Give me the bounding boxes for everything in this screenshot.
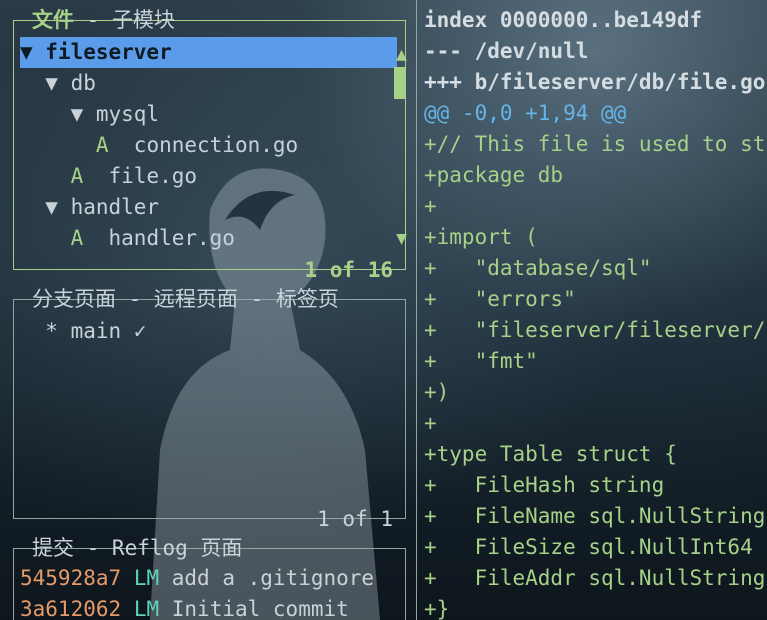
diff-line: + FileName sql.NullString xyxy=(424,504,766,528)
diff-line: --- /dev/null xyxy=(424,39,589,63)
scroll-down-icon[interactable]: ▼ xyxy=(396,229,407,249)
diff-line: +++ b/fileserver/db/file.go xyxy=(424,70,766,94)
commit-hash: 3a612062 xyxy=(20,597,122,620)
commits-pane[interactable]: 提交 - Reflog 页面 545928a7 LM add a .gitign… xyxy=(13,536,406,620)
diff-line: + FileSize sql.NullInt64 xyxy=(424,535,753,559)
diff-line: +) xyxy=(424,380,450,404)
diff-line: + "fmt" xyxy=(424,349,538,373)
commit-author: LM xyxy=(133,566,160,590)
file-tree-item[interactable]: ▼ fileserver xyxy=(20,37,397,68)
diff-line: + xyxy=(424,411,437,435)
git-status-added: A xyxy=(70,226,84,250)
diff-line: + xyxy=(424,194,437,218)
git-status-added: A xyxy=(70,164,84,188)
commit-author: LM xyxy=(133,597,160,620)
file-tree-item[interactable]: A connection.go xyxy=(20,130,298,161)
files-pane[interactable]: 文件 - 子模块 ▼ fileserver ▼ db ▼ mysql A con… xyxy=(13,8,407,282)
file-tree-item[interactable]: A handler.go xyxy=(20,223,235,254)
commit-message: add a .gitignore xyxy=(171,566,375,590)
commit-hash: 545928a7 xyxy=(20,566,122,590)
diff-line: + "errors" xyxy=(424,287,576,311)
branch-item[interactable]: * main ✓ xyxy=(20,316,146,347)
branches-pane[interactable]: 分支页面 - 远程页面 - 标签页 * main ✓ 1 of 1 xyxy=(13,287,406,531)
file-tree-item[interactable]: A file.go xyxy=(20,161,197,192)
files-pane-title: 文件 - 子模块 xyxy=(32,8,175,32)
diff-line: @@ -0,0 +1,94 @@ xyxy=(424,101,627,125)
commit-row[interactable]: 3a612062 LM Initial commit xyxy=(20,594,349,620)
tab-files[interactable]: 文件 xyxy=(32,8,74,32)
diff-line: + FileHash string xyxy=(424,473,665,497)
file-tree-item[interactable]: ▼ mysql xyxy=(20,99,160,130)
diff-line: + "database/sql" xyxy=(424,256,652,280)
branches-pane-title[interactable]: 分支页面 - 远程页面 - 标签页 xyxy=(28,286,343,312)
tab-submodules[interactable]: 子模块 xyxy=(112,8,175,32)
git-status-added: A xyxy=(95,133,109,157)
diff-line: + FileAddr sql.NullString xyxy=(424,566,766,590)
scroll-up-icon[interactable]: ▲ xyxy=(396,45,407,65)
diff-line: +} xyxy=(424,597,450,620)
commit-row[interactable]: 545928a7 LM add a .gitignore xyxy=(20,563,374,594)
commits-pane-title[interactable]: 提交 - Reflog 页面 xyxy=(28,535,246,561)
diff-line: +// This file is used to st xyxy=(424,132,766,156)
scrollbar-thumb[interactable] xyxy=(394,67,406,99)
file-tree-item[interactable]: ▼ handler xyxy=(20,192,159,223)
commit-message: Initial commit xyxy=(171,597,349,620)
diff-line: + "fileserver/fileserver/ xyxy=(424,318,766,342)
file-tree-item[interactable]: ▼ db xyxy=(20,68,96,99)
diff-line: index 0000000..be149df xyxy=(424,8,703,32)
diff-line: +import ( xyxy=(424,225,538,249)
diff-line: +type Table struct { xyxy=(424,442,677,466)
files-count: 1 of 16 xyxy=(304,258,393,282)
branches-count: 1 of 1 xyxy=(317,507,393,531)
diff-line: +package db xyxy=(424,163,564,187)
diff-panel[interactable]: index 0000000..be149df --- /dev/null +++ b… xyxy=(416,0,767,620)
